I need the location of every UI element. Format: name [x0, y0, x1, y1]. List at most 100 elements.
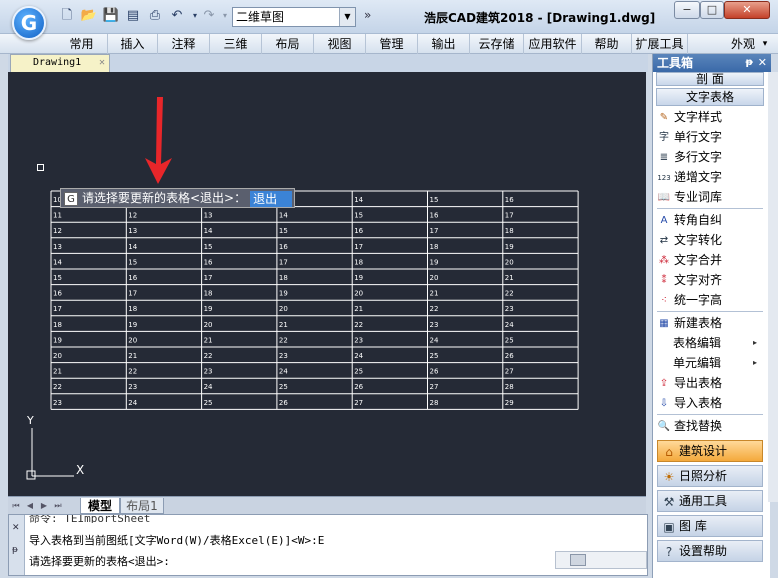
menu-manage[interactable]: 管理: [366, 34, 418, 54]
table-cell-text: 15: [128, 258, 137, 266]
drawing-table[interactable]: 1011121314151611121314151617121314151617…: [50, 190, 579, 410]
table-cell-text: 21: [354, 305, 363, 313]
table-cell-text: 18: [354, 258, 363, 266]
tab-drawing1[interactable]: Drawing1 ✕: [10, 54, 110, 72]
menu-output[interactable]: 输出: [418, 34, 470, 54]
table-cell-text: 17: [204, 274, 213, 282]
save-as-icon[interactable]: ▤: [124, 7, 142, 25]
close-icon[interactable]: ✕: [758, 54, 767, 72]
menu-layout[interactable]: 布局: [262, 34, 314, 54]
tool-dictionary[interactable]: 📖 专业词库: [657, 187, 767, 207]
close-button[interactable]: ✕: [724, 1, 770, 19]
category-library[interactable]: ▣ 图 库: [657, 515, 763, 537]
last-tab-icon[interactable]: ⏭: [52, 499, 64, 513]
save-icon[interactable]: 💾: [102, 7, 120, 25]
table-cell-text: 20: [279, 305, 288, 313]
pin-icon[interactable]: ᵽ: [746, 54, 753, 72]
menu-cloud-storage[interactable]: 云存储: [470, 34, 524, 54]
category-common-tools[interactable]: ⚒ 通用工具: [657, 490, 763, 512]
table-cell-text: 22: [505, 290, 514, 298]
table-cell-text: 19: [204, 305, 213, 313]
help-icon: ?: [665, 544, 673, 559]
pin-icon[interactable]: ᵽ: [12, 545, 18, 555]
tool-table-edit[interactable]: 表格编辑 ▸: [657, 333, 767, 353]
table-cell-text: 27: [505, 368, 514, 376]
command-window[interactable]: ✕ ᵽ 命令: TEImportSheet 导入表格到当前图纸[文字Word(W…: [8, 514, 648, 576]
close-icon[interactable]: ✕: [99, 55, 105, 71]
menu-insert[interactable]: 插入: [108, 34, 158, 54]
workspace-select[interactable]: 二维草图 ▼: [232, 7, 356, 27]
table-cell-text: 19: [279, 290, 288, 298]
command-window-handle[interactable]: ✕ ᵽ: [9, 515, 25, 575]
tool-new-table[interactable]: ▦ 新建表格: [657, 313, 767, 333]
tool-uniform-height[interactable]: ⁖ 统一字高: [657, 290, 767, 310]
first-tab-icon[interactable]: ⏮: [10, 499, 22, 513]
section-section-view[interactable]: 剖 面: [656, 72, 764, 86]
prev-tab-icon[interactable]: ◀: [24, 499, 36, 513]
category-architecture-design[interactable]: ⌂ 建筑设计: [657, 440, 763, 462]
tool-cell-edit[interactable]: 单元编辑 ▸: [657, 353, 767, 373]
ucs-axis-icon: [26, 428, 74, 480]
print-icon[interactable]: ⎙: [146, 7, 164, 25]
table-cell-text: 17: [279, 258, 288, 266]
tool-text-convert[interactable]: ⇄ 文字转化: [657, 230, 767, 250]
tool-import-table[interactable]: ⇩ 导入表格: [657, 393, 767, 413]
tool-find-replace[interactable]: 🔍 查找替换: [657, 416, 767, 436]
tool-multi-line-text[interactable]: ≣ 多行文字: [657, 147, 767, 167]
menu-3d[interactable]: 三维: [210, 34, 262, 54]
tool-single-line-text[interactable]: 字单行文字: [657, 127, 767, 147]
table-cell-text: 16: [505, 196, 514, 204]
appearance-chevron-icon[interactable]: ▾: [758, 34, 772, 54]
table-cell-text: 28: [430, 399, 439, 407]
menu-view[interactable]: 视图: [314, 34, 366, 54]
tool-export-table[interactable]: ⇪ 导出表格: [657, 373, 767, 393]
drawing-canvas[interactable]: 1011121314151611121314151617121314151617…: [8, 72, 646, 496]
qat-more-icon[interactable]: »: [364, 8, 371, 22]
selection-grip[interactable]: [37, 164, 44, 171]
table-cell-text: 22: [279, 336, 288, 344]
layout-tab-bar: ⏮ ◀ ▶ ⏭ 模型 布局1: [8, 496, 646, 514]
divider: [657, 311, 763, 312]
tool-text-merge[interactable]: ⁂ 文字合并: [657, 250, 767, 270]
table-cell-text: 17: [53, 305, 62, 313]
tab-layout1[interactable]: 布局1: [120, 498, 164, 514]
minimize-button[interactable]: −: [674, 1, 700, 19]
section-text-table[interactable]: 文字表格: [656, 88, 764, 106]
toolbox-scrollbar[interactable]: [768, 72, 778, 502]
command-prompt-line[interactable]: 请选择要更新的表格<退出>:: [29, 553, 170, 569]
menu-annotate[interactable]: 注释: [158, 34, 210, 54]
table-cell-text: 15: [204, 243, 213, 251]
menu-apps[interactable]: 应用软件: [524, 34, 582, 54]
submenu-arrow-icon: ▸: [752, 358, 757, 367]
table-cell-text: 16: [430, 212, 439, 220]
menu-appearance[interactable]: 外观: [728, 34, 758, 54]
close-icon[interactable]: ✕: [12, 523, 20, 533]
tab-model[interactable]: 模型: [80, 498, 120, 514]
next-tab-icon[interactable]: ▶: [38, 499, 50, 513]
command-horizontal-scrollbar[interactable]: [555, 551, 647, 569]
text-convert-icon: ⇄: [659, 234, 669, 246]
table-cell-text: 22: [128, 368, 137, 376]
menu-home[interactable]: 常用: [56, 34, 108, 54]
tool-increment-text[interactable]: 123 递增文字: [657, 167, 767, 187]
menu-help[interactable]: 帮助: [582, 34, 632, 54]
command-history-line: 命令: TEImportSheet: [29, 515, 151, 523]
submenu-arrow-icon: ▸: [752, 338, 757, 347]
app-logo-icon[interactable]: G: [12, 6, 46, 40]
tooltip-input-field[interactable]: 退出: [250, 190, 293, 207]
table-cell-text: 17: [430, 227, 439, 235]
category-settings-help[interactable]: ? 设置帮助: [657, 540, 763, 562]
menu-extensions[interactable]: 扩展工具: [632, 34, 688, 54]
table-cell-text: 20: [128, 336, 137, 344]
tool-text-style[interactable]: ✎ 文字样式: [657, 107, 767, 127]
tool-text-align[interactable]: ⁑ 文字对齐: [657, 270, 767, 290]
tool-angle-correct[interactable]: A 转角自纠: [657, 210, 767, 230]
chevron-down-icon[interactable]: ▼: [339, 8, 355, 26]
scrollbar-thumb[interactable]: [570, 554, 586, 566]
open-folder-icon[interactable]: 📂: [80, 7, 98, 25]
maximize-button[interactable]: □: [700, 1, 724, 19]
new-file-icon[interactable]: 🗋: [58, 7, 76, 25]
undo-icon[interactable]: ↶: [168, 7, 186, 25]
dictionary-icon: 📖: [657, 191, 671, 203]
category-sunlight-analysis[interactable]: ☀ 日照分析: [657, 465, 763, 487]
